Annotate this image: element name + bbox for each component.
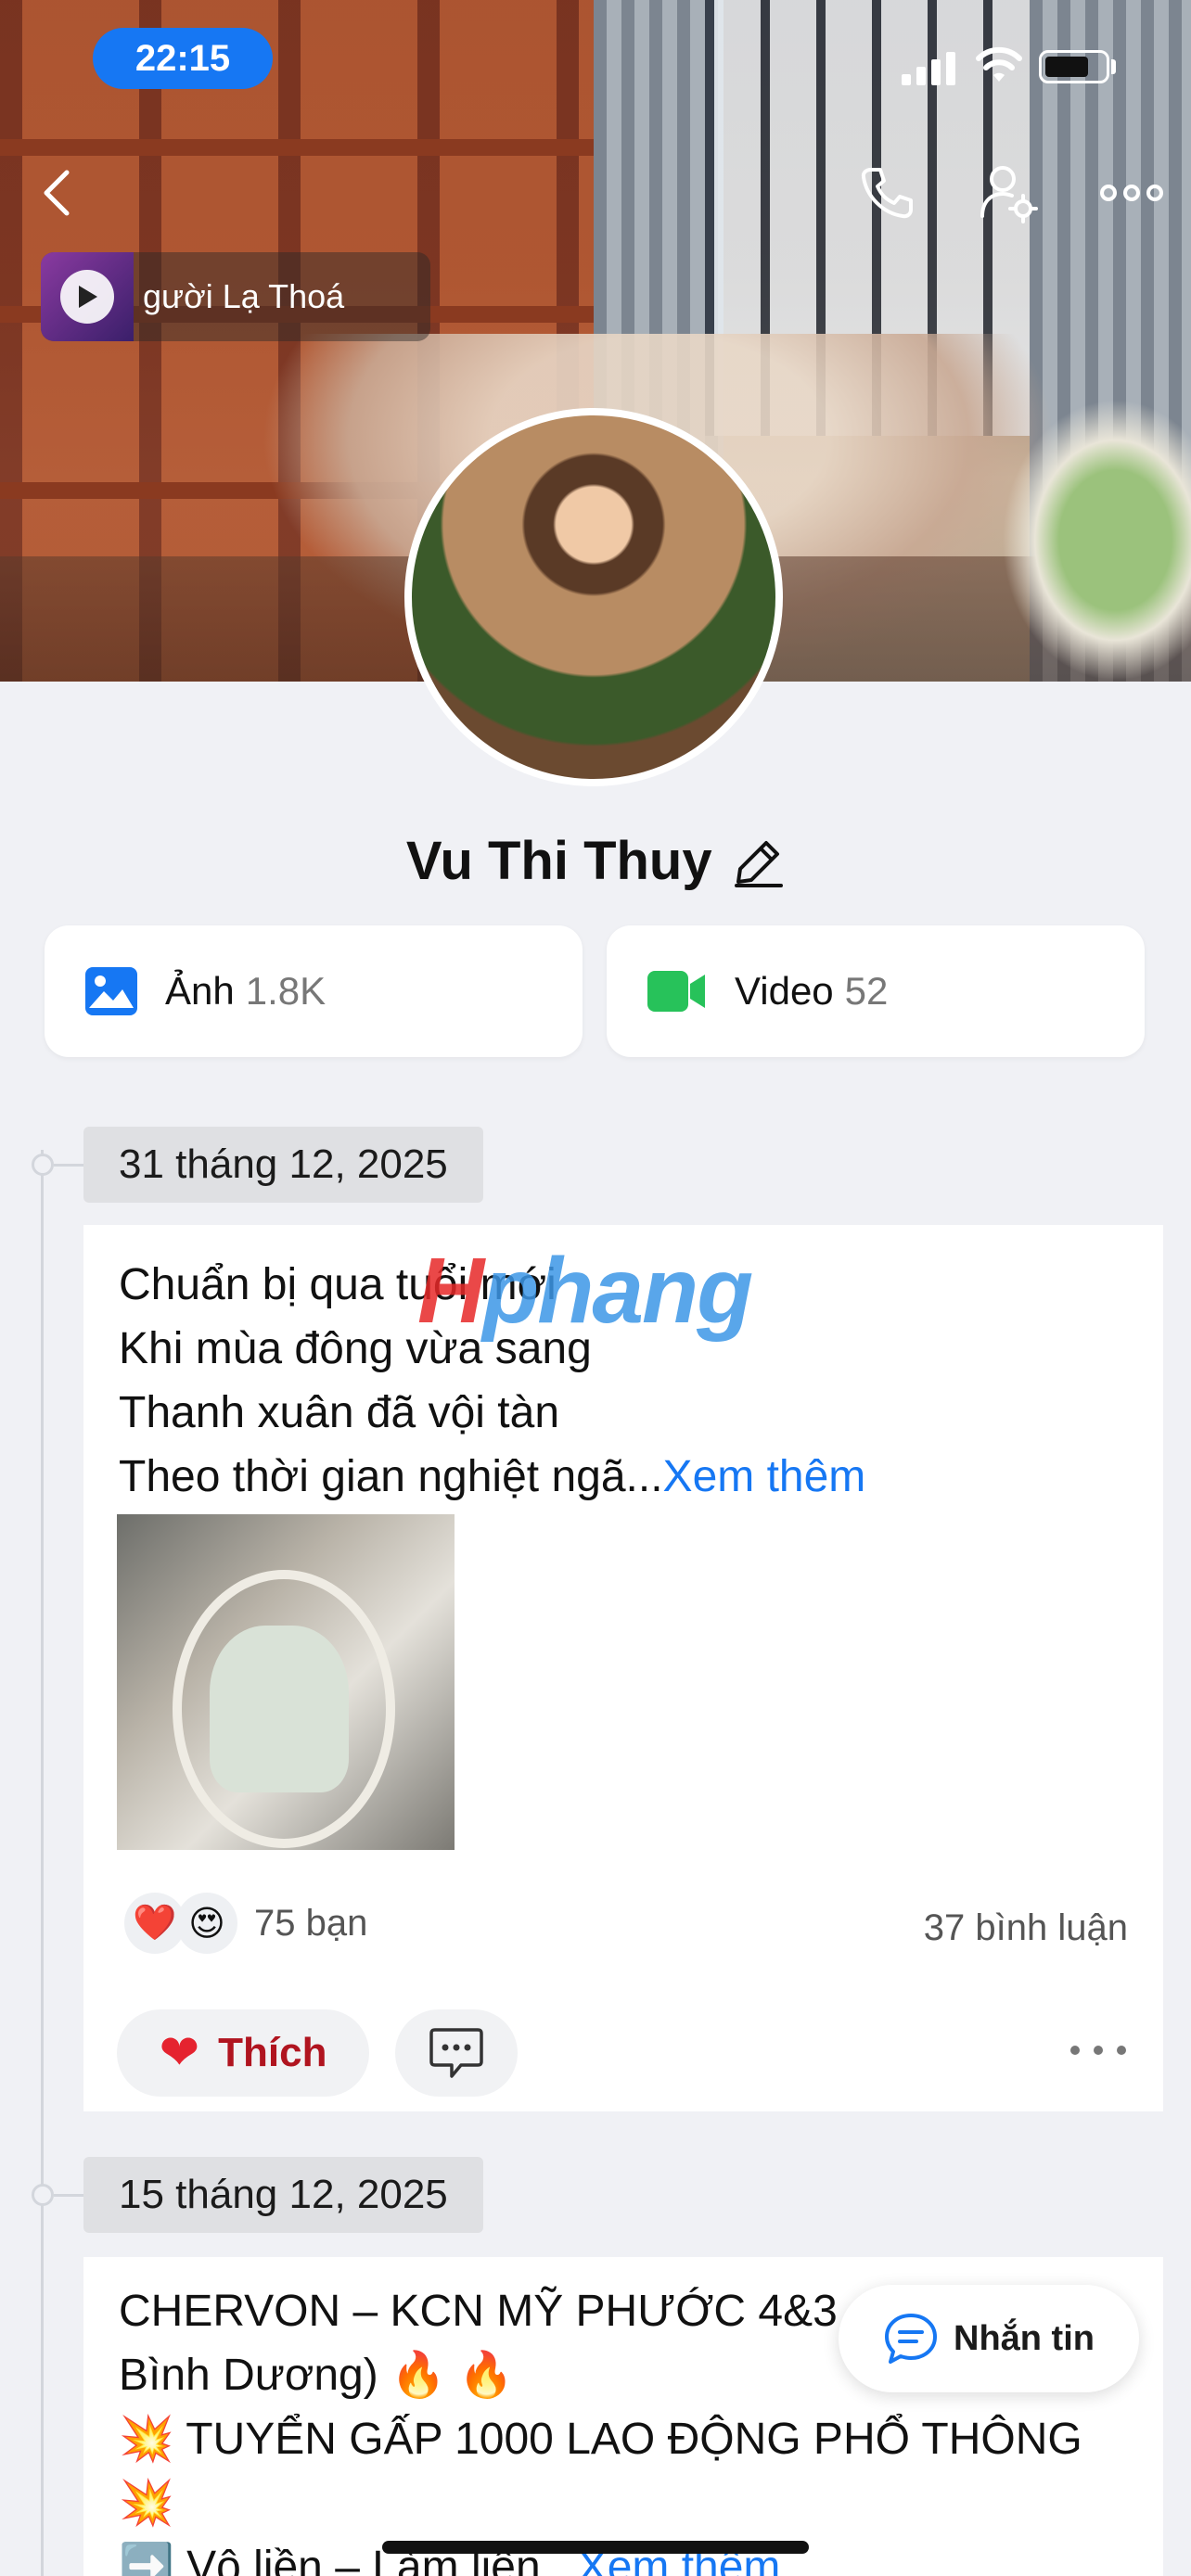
status-bar: 22:15 <box>0 0 1191 102</box>
photos-count: 1.8K <box>245 969 327 1013</box>
reaction-count: 75 bạn <box>254 1902 368 1944</box>
call-button[interactable] <box>850 156 924 230</box>
user-gear-icon <box>980 166 1038 223</box>
post-image-subject <box>210 1626 349 1792</box>
reactions-summary[interactable]: ❤️ 😍 75 bạn <box>124 1893 367 1954</box>
comment-icon <box>429 2028 483 2078</box>
post-line: 💥 TUYỂN GẤP 1000 LAO ĐỘNG PHỔ THÔNG <box>119 2415 1082 2464</box>
post-date: 15 tháng 12, 2025 <box>83 2157 483 2233</box>
cover-shelf-row <box>0 139 603 156</box>
edit-pencil-icon[interactable] <box>733 835 785 887</box>
profile-name-row: Vu Thi Thuy <box>0 830 1191 904</box>
videos-card[interactable]: Video 52 <box>607 925 1145 1057</box>
wifi-icon <box>976 46 1022 82</box>
dot <box>1094 2046 1103 2055</box>
post-line-last: Theo thời gian nghiệt ngã...Xem thêm <box>119 1452 866 1501</box>
photos-label: Ảnh <box>165 969 235 1013</box>
phone-icon <box>861 168 913 219</box>
timeline-connector <box>54 1164 83 1167</box>
dot <box>1070 2046 1080 2055</box>
love-eyes-reaction-icon: 😍 <box>176 1893 237 1954</box>
comment-button[interactable] <box>395 2009 518 2097</box>
post-more-button[interactable] <box>1070 2032 1126 2069</box>
cover-plant <box>1002 399 1191 682</box>
see-more-link[interactable]: Xem thêm <box>663 1452 866 1501</box>
chevron-left-icon <box>44 170 70 216</box>
comment-count[interactable]: 37 bình luận <box>924 1907 1128 1949</box>
post-card[interactable]: Chuẩn bị qua tuổi mới Khi mùa đông vừa s… <box>83 1225 1163 2111</box>
like-label: Thích <box>218 2030 327 2075</box>
play-icon <box>60 270 114 324</box>
timeline-line <box>41 1150 44 2576</box>
send-message-button[interactable]: Nhắn tin <box>839 2285 1139 2392</box>
video-camera-icon <box>647 971 705 1012</box>
more-options-button[interactable] <box>1095 156 1169 230</box>
back-button[interactable] <box>20 156 95 230</box>
send-message-label: Nhắn tin <box>954 2318 1095 2358</box>
avatar[interactable] <box>404 408 783 786</box>
post-line: 💥 <box>119 2479 174 2528</box>
videos-count: 52 <box>844 969 889 1013</box>
photos-card[interactable]: Ảnh 1.8K <box>45 925 583 1057</box>
watermark-logo: Hphang <box>417 1239 753 1343</box>
post-image[interactable] <box>117 1514 455 1850</box>
timeline-dot <box>32 2184 54 2206</box>
like-button[interactable]: ❤ Thích <box>117 2009 369 2097</box>
timeline-dot <box>32 1154 54 1176</box>
battery-icon <box>1039 50 1109 83</box>
profile-music-chip[interactable]: gười Lạ Thoá <box>41 252 430 341</box>
music-thumbnail <box>41 252 134 341</box>
home-indicator[interactable] <box>382 2541 809 2554</box>
post-date: 31 tháng 12, 2025 <box>83 1127 483 1203</box>
chat-bubble-icon <box>885 2314 937 2364</box>
profile-settings-button[interactable] <box>972 156 1046 230</box>
profile-name: Vu Thi Thuy <box>405 831 712 891</box>
dot <box>1117 2046 1126 2055</box>
more-horizontal-icon <box>1100 185 1163 201</box>
timeline-connector <box>54 2194 83 2197</box>
battery-cap <box>1111 59 1116 74</box>
image-icon <box>85 967 137 1015</box>
post-line: Thanh xuân đã vội tàn <box>119 1388 560 1437</box>
status-time: 22:15 <box>93 28 273 89</box>
music-title: gười Lạ Thoá <box>143 277 345 315</box>
signal-icon <box>902 48 957 85</box>
videos-label: Video <box>735 969 834 1013</box>
heart-icon: ❤ <box>159 2026 200 2080</box>
